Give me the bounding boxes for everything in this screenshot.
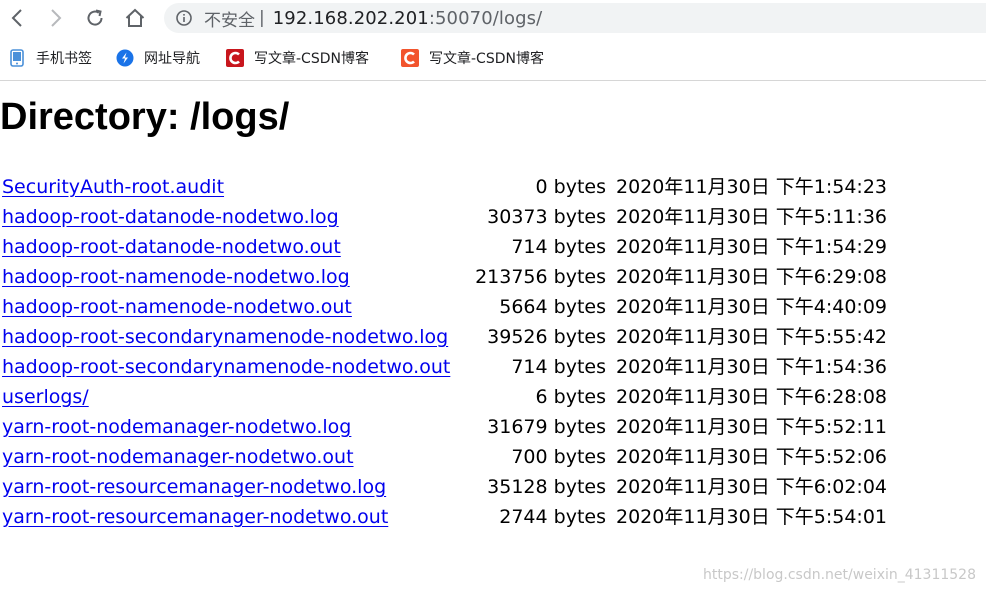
bookmark-mobile[interactable]: 手机书签: [8, 46, 92, 70]
directory-listing: SecurityAuth-root.audit 0 bytes 2020年11月…: [2, 172, 902, 532]
file-row: SecurityAuth-root.audit 0 bytes 2020年11月…: [2, 172, 902, 202]
file-date: 2020年11月30日 下午4:40:09: [616, 296, 887, 318]
csdn-icon: [401, 49, 419, 67]
file-size: 0 bytes: [535, 176, 606, 198]
bookmark-label: 写文章-CSDN博客: [254, 51, 369, 67]
navigation-icon: [116, 49, 134, 67]
url-host: 192.168.202.201: [272, 7, 429, 29]
file-date: 2020年11月30日 下午5:52:06: [616, 446, 887, 468]
file-date: 2020年11月30日 下午6:02:04: [616, 476, 887, 498]
browser-toolbar: 不安全 | 192.168.202.201:50070/logs/: [0, 0, 986, 36]
bookmarks-bar: 手机书签 网址导航 写文章-CSDN博客 写文章-CSDN博客: [0, 44, 986, 72]
csdn-icon: [226, 49, 244, 67]
file-row: hadoop-root-namenode-nodetwo.log 213756 …: [2, 262, 902, 292]
bookmark-csdn-1[interactable]: 写文章-CSDN博客: [226, 46, 369, 70]
file-row: userlogs/ 6 bytes 2020年11月30日 下午6:28:08: [2, 382, 902, 412]
file-size: 6 bytes: [535, 386, 606, 408]
file-row: yarn-root-resourcemanager-nodetwo.out 27…: [2, 502, 902, 532]
address-separator: |: [259, 8, 265, 28]
file-row: hadoop-root-secondarynamenode-nodetwo.lo…: [2, 322, 902, 352]
file-row: hadoop-root-namenode-nodetwo.out 5664 by…: [2, 292, 902, 322]
forward-button[interactable]: [45, 7, 67, 29]
file-row: hadoop-root-datanode-nodetwo.log 30373 b…: [2, 202, 902, 232]
watermark: https://blog.csdn.net/weixin_41311528: [702, 567, 976, 583]
file-link[interactable]: yarn-root-nodemanager-nodetwo.out: [2, 442, 354, 472]
file-date: 2020年11月30日 下午5:55:42: [616, 326, 887, 348]
file-date: 2020年11月30日 下午1:54:23: [616, 176, 887, 198]
file-link[interactable]: hadoop-root-datanode-nodetwo.out: [2, 232, 341, 262]
arrow-right-icon: [51, 9, 62, 27]
back-button[interactable]: [6, 7, 28, 29]
address-bar[interactable]: 不安全 | 192.168.202.201:50070/logs/: [164, 3, 986, 33]
file-link[interactable]: hadoop-root-namenode-nodetwo.out: [2, 292, 352, 322]
file-date: 2020年11月30日 下午1:54:36: [616, 356, 887, 378]
info-icon[interactable]: [176, 10, 192, 26]
file-link[interactable]: hadoop-root-secondarynamenode-nodetwo.lo…: [2, 322, 448, 352]
file-date: 2020年11月30日 下午1:54:29: [616, 236, 887, 258]
bookmark-csdn-2[interactable]: 写文章-CSDN博客: [401, 46, 544, 70]
mobile-bookmark-icon: [8, 49, 26, 67]
chrome-divider: [0, 80, 986, 81]
file-size: 30373 bytes: [487, 206, 606, 228]
file-size: 31679 bytes: [487, 416, 606, 438]
file-row: yarn-root-nodemanager-nodetwo.log 31679 …: [2, 412, 902, 442]
file-row: yarn-root-nodemanager-nodetwo.out 700 by…: [2, 442, 902, 472]
file-size: 700 bytes: [511, 446, 606, 468]
home-icon: [125, 8, 145, 27]
file-date: 2020年11月30日 下午6:28:08: [616, 386, 887, 408]
file-row: yarn-root-resourcemanager-nodetwo.log 35…: [2, 472, 902, 502]
reload-icon: [87, 9, 103, 26]
file-row: hadoop-root-secondarynamenode-nodetwo.ou…: [2, 352, 902, 382]
home-button[interactable]: [124, 7, 146, 29]
url-text[interactable]: 192.168.202.201:50070/logs/: [273, 8, 543, 29]
file-date: 2020年11月30日 下午6:29:08: [616, 266, 887, 288]
file-date: 2020年11月30日 下午5:11:36: [616, 206, 887, 228]
file-link[interactable]: yarn-root-resourcemanager-nodetwo.log: [2, 472, 386, 502]
reload-button[interactable]: [84, 7, 106, 29]
file-size: 714 bytes: [511, 236, 606, 258]
bookmark-label: 手机书签: [36, 51, 92, 67]
url-path: :50070/logs/: [428, 7, 543, 29]
file-size: 39526 bytes: [487, 326, 606, 348]
file-link[interactable]: userlogs/: [2, 382, 89, 412]
file-size: 714 bytes: [511, 356, 606, 378]
page-title: Directory: /logs/: [0, 96, 290, 138]
file-link[interactable]: SecurityAuth-root.audit: [2, 172, 224, 202]
file-link[interactable]: yarn-root-resourcemanager-nodetwo.out: [2, 502, 388, 532]
file-size: 35128 bytes: [487, 476, 606, 498]
file-date: 2020年11月30日 下午5:54:01: [616, 506, 887, 528]
file-link[interactable]: yarn-root-nodemanager-nodetwo.log: [2, 412, 351, 442]
security-status-label: 不安全: [204, 10, 255, 31]
bookmark-navigation[interactable]: 网址导航: [116, 46, 200, 70]
file-size: 5664 bytes: [499, 296, 606, 318]
file-link[interactable]: hadoop-root-datanode-nodetwo.log: [2, 202, 339, 232]
bookmark-label: 写文章-CSDN博客: [429, 51, 544, 67]
arrow-left-icon: [11, 9, 22, 27]
file-size: 2744 bytes: [499, 506, 606, 528]
bookmark-label: 网址导航: [144, 51, 200, 67]
file-link[interactable]: hadoop-root-namenode-nodetwo.log: [2, 262, 350, 292]
file-link[interactable]: hadoop-root-secondarynamenode-nodetwo.ou…: [2, 352, 450, 382]
file-date: 2020年11月30日 下午5:52:11: [616, 416, 887, 438]
file-row: hadoop-root-datanode-nodetwo.out 714 byt…: [2, 232, 902, 262]
file-size: 213756 bytes: [475, 266, 606, 288]
